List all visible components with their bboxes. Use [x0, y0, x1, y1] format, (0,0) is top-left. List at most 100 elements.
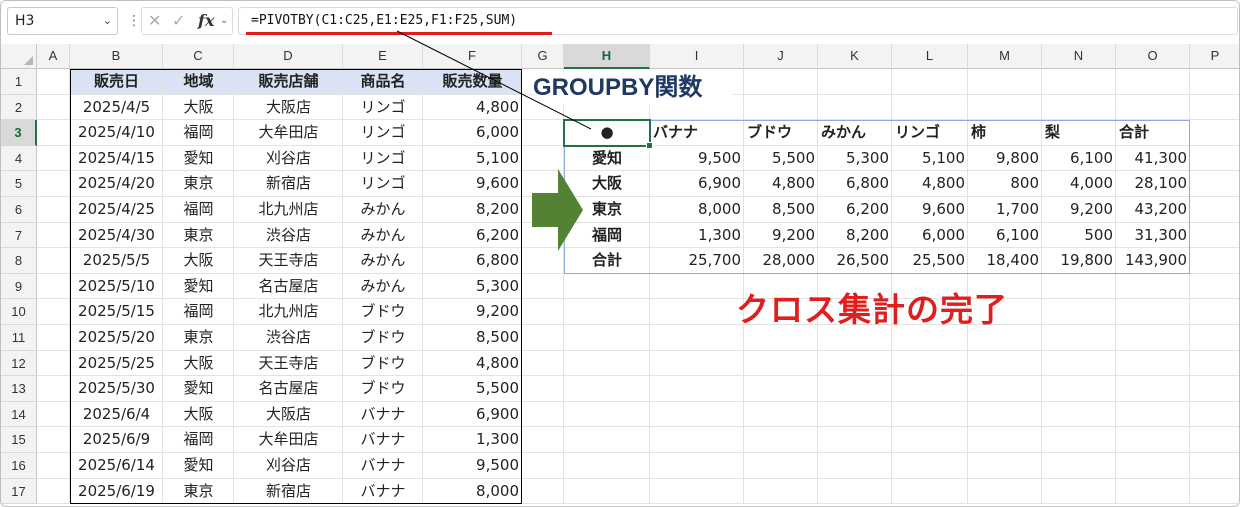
column-header-k[interactable]: K [818, 44, 892, 69]
cell-n12[interactable] [1042, 350, 1116, 377]
cell-h15[interactable] [564, 427, 650, 453]
cell-j15[interactable] [744, 427, 818, 453]
column-header-e[interactable]: E [343, 44, 423, 69]
cell-k17[interactable] [818, 478, 892, 505]
cell-m16[interactable] [968, 453, 1042, 479]
column-header-o[interactable]: O [1116, 44, 1190, 69]
cell-m2[interactable] [968, 94, 1042, 121]
cell-p2[interactable] [1190, 95, 1239, 121]
cell-a3[interactable] [37, 120, 70, 146]
cell-k2[interactable] [818, 94, 892, 121]
cell-a4[interactable] [37, 145, 70, 172]
row-header-17[interactable]: 17 [1, 478, 37, 505]
cell-h14[interactable] [564, 401, 650, 428]
cell-j16[interactable] [744, 453, 818, 479]
cell-p3[interactable] [1190, 120, 1239, 146]
cell-l12[interactable] [892, 350, 968, 377]
column-header-b[interactable]: B [70, 44, 163, 69]
cell-l14[interactable] [892, 401, 968, 428]
cell-a15[interactable] [37, 427, 70, 453]
row-header-8[interactable]: 8 [1, 248, 37, 274]
cell-g7[interactable] [522, 222, 564, 249]
cell-i9[interactable] [650, 273, 744, 300]
cell-g13[interactable] [522, 376, 564, 402]
column-header-i[interactable]: I [650, 44, 744, 69]
cell-p14[interactable] [1190, 402, 1239, 428]
cell-g14[interactable] [522, 401, 564, 428]
cell-p15[interactable] [1190, 427, 1239, 453]
cell-a17[interactable] [37, 478, 70, 505]
cell-k13[interactable] [818, 376, 892, 402]
formula-input[interactable]: =PIVOTBY(C1:C25,E1:E25,F1:F25,SUM) [238, 7, 1238, 35]
row-header-4[interactable]: 4 [1, 145, 37, 172]
cell-p6[interactable] [1190, 197, 1239, 223]
cell-i15[interactable] [650, 427, 744, 453]
cell-j1[interactable] [744, 69, 818, 95]
row-header-3[interactable]: 3 [1, 120, 37, 146]
more-options-icon[interactable]: ⋮ [127, 13, 141, 29]
cell-p12[interactable] [1190, 351, 1239, 377]
cell-a7[interactable] [37, 222, 70, 249]
column-header-m[interactable]: M [968, 44, 1042, 69]
cell-j13[interactable] [744, 376, 818, 402]
cell-j2[interactable] [744, 94, 818, 121]
cell-l15[interactable] [892, 427, 968, 453]
cell-p4[interactable] [1190, 146, 1239, 172]
cell-h10[interactable] [564, 299, 650, 325]
cell-n17[interactable] [1042, 478, 1116, 505]
cell-m14[interactable] [968, 401, 1042, 428]
chevron-down-icon[interactable]: ⌄ [103, 8, 112, 34]
cell-p17[interactable] [1190, 479, 1239, 505]
cell-i10[interactable] [650, 299, 744, 325]
cell-a9[interactable] [37, 273, 70, 300]
cell-n16[interactable] [1042, 453, 1116, 479]
cell-n13[interactable] [1042, 376, 1116, 402]
cell-h13[interactable] [564, 376, 650, 402]
cell-p10[interactable] [1190, 299, 1239, 325]
cell-g16[interactable] [522, 453, 564, 479]
cell-l1[interactable] [892, 69, 968, 95]
select-all-corner[interactable] [1, 44, 37, 69]
cell-k12[interactable] [818, 350, 892, 377]
cell-i16[interactable] [650, 453, 744, 479]
cell-n15[interactable] [1042, 427, 1116, 453]
row-header-15[interactable]: 15 [1, 427, 37, 453]
cell-g5[interactable] [522, 171, 564, 197]
cell-n2[interactable] [1042, 94, 1116, 121]
cell-p7[interactable] [1190, 223, 1239, 249]
cell-a11[interactable] [37, 325, 70, 351]
column-header-g[interactable]: G [522, 44, 564, 69]
cell-h9[interactable] [564, 273, 650, 300]
cell-g4[interactable] [522, 145, 564, 172]
cell-i11[interactable] [650, 325, 744, 351]
cell-p1[interactable] [1190, 69, 1239, 95]
name-box[interactable]: H3 ⌄ [7, 7, 118, 35]
cell-g17[interactable] [522, 478, 564, 505]
row-header-1[interactable]: 1 [1, 69, 37, 95]
row-header-13[interactable]: 13 [1, 376, 37, 402]
cell-m15[interactable] [968, 427, 1042, 453]
cell-o15[interactable] [1116, 427, 1190, 453]
cell-j14[interactable] [744, 401, 818, 428]
cell-l13[interactable] [892, 376, 968, 402]
cell-h11[interactable] [564, 325, 650, 351]
row-header-5[interactable]: 5 [1, 171, 37, 197]
cell-g11[interactable] [522, 325, 564, 351]
column-header-l[interactable]: L [892, 44, 968, 69]
cell-n9[interactable] [1042, 273, 1116, 300]
row-header-2[interactable]: 2 [1, 94, 37, 121]
cell-n11[interactable] [1042, 325, 1116, 351]
cell-g12[interactable] [522, 350, 564, 377]
cell-a16[interactable] [37, 453, 70, 479]
cell-k14[interactable] [818, 401, 892, 428]
row-header-7[interactable]: 7 [1, 222, 37, 249]
cell-i13[interactable] [650, 376, 744, 402]
cell-p8[interactable] [1190, 248, 1239, 274]
cell-p9[interactable] [1190, 274, 1239, 300]
cell-g6[interactable] [522, 197, 564, 223]
row-header-14[interactable]: 14 [1, 401, 37, 428]
cell-a8[interactable] [37, 248, 70, 274]
cell-i12[interactable] [650, 350, 744, 377]
cell-o10[interactable] [1116, 299, 1190, 325]
cell-j12[interactable] [744, 350, 818, 377]
